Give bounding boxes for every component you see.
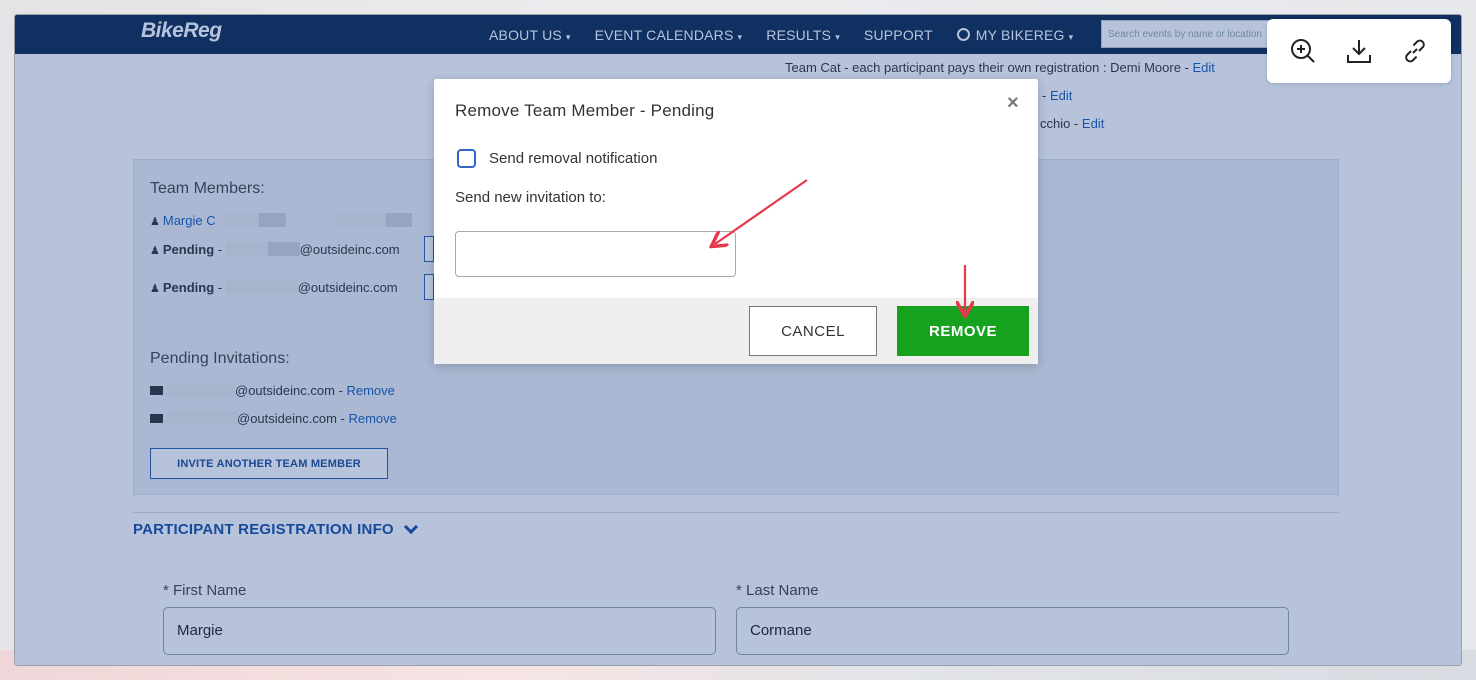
dialog-title: Remove Team Member - Pending [455, 101, 715, 120]
remove-team-member-dialog: Remove Team Member - Pending × Send remo… [434, 79, 1038, 364]
new-invitation-label: Send new invitation to: [455, 189, 606, 206]
bikereg-page: BikeReg ABOUT US ▾ EVENT CALENDARS ▾ RESUL… [15, 15, 1461, 665]
remove-button[interactable]: REMOVE [897, 306, 1029, 356]
image-toolbar [1267, 19, 1451, 83]
zoom-in-icon[interactable] [1287, 35, 1319, 67]
download-icon[interactable] [1343, 35, 1375, 67]
new-invitation-email-input[interactable] [455, 231, 736, 277]
removal-notification-label: Send removal notification [489, 150, 658, 167]
browser-frame: BikeReg ABOUT US ▾ EVENT CALENDARS ▾ RESUL… [14, 14, 1462, 666]
cancel-button[interactable]: CANCEL [749, 306, 877, 356]
dialog-footer: CANCEL REMOVE [434, 298, 1038, 364]
removal-notification-checkbox[interactable] [457, 149, 476, 168]
link-icon[interactable] [1399, 35, 1431, 67]
removal-notification-option: Send removal notification [457, 149, 657, 168]
close-icon[interactable]: × [1007, 93, 1019, 113]
